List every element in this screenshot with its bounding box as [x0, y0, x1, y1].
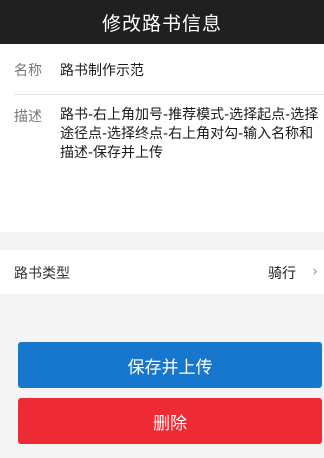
page-title: 修改路书信息 — [101, 12, 222, 35]
route-type-value: 骑行 — [268, 266, 296, 282]
description-label: 描述 — [14, 109, 42, 125]
save-upload-button[interactable]: 保存并上传 — [18, 342, 322, 388]
name-label: 名称 — [14, 63, 42, 79]
divider — [14, 94, 324, 95]
route-type-row[interactable]: 路书类型 骑行 › — [0, 250, 324, 294]
chevron-right-icon: › — [312, 262, 318, 280]
delete-button[interactable]: 删除 — [18, 398, 322, 444]
title-bar: 修改路书信息 — [0, 0, 324, 44]
description-field[interactable]: 路书-右上角加号-推荐模式-选择起点-选择途径点-选择终点-右上角对勾-输入名称… — [60, 106, 324, 166]
name-field[interactable]: 路书制作示范 — [60, 60, 144, 80]
route-info-card: 名称 路书制作示范 描述 路书-右上角加号-推荐模式-选择起点-选择途径点-选择… — [0, 44, 324, 232]
route-type-label: 路书类型 — [14, 266, 70, 282]
